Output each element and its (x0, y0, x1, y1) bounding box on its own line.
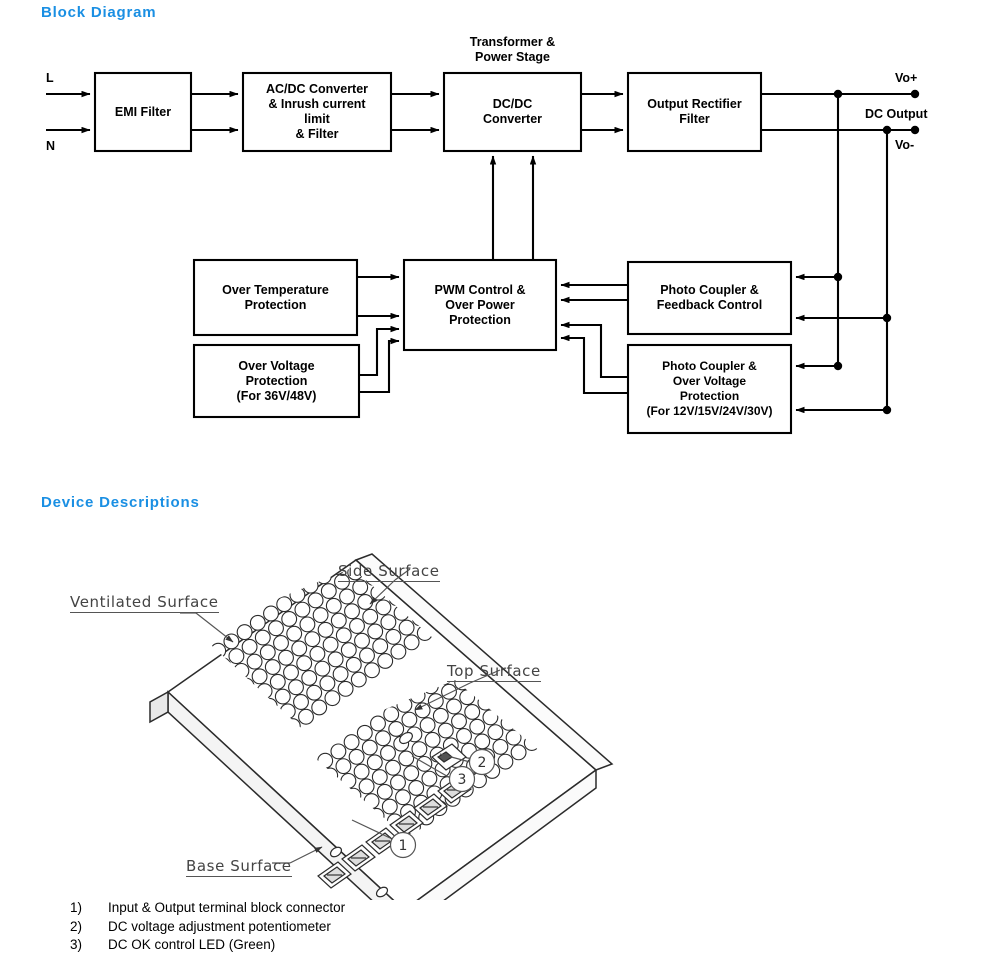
legend-item-1: 1) Input & Output terminal block connect… (70, 899, 570, 918)
legend-item-1-number: 1) (70, 900, 83, 915)
terminal-label-vo-positive: Vo+ (895, 71, 918, 85)
terminal-label-vo-negative: Vo- (895, 138, 915, 152)
legend-item-3-text: DC OK control LED (Green) (108, 937, 276, 952)
leader-base-surface (289, 846, 323, 864)
label-over-voltage-protection: Over Voltage Protection (For 36V/48V) (236, 358, 317, 403)
datasheet-page: Block Diagram Device Descriptions EMI Fi… (0, 0, 985, 959)
wire-ovp-coupler-to-pwm-upper (560, 321, 628, 379)
terminal-label-dc-output: DC Output (865, 107, 928, 121)
callout-label-base-surface: Base Surface (186, 857, 292, 877)
device-illustration: 1 2 3 (149, 553, 614, 900)
junction-feedback-upper (833, 272, 843, 282)
legend-item-3: 3) DC OK control LED (Green) (70, 936, 570, 955)
marker-3-text: 3 (458, 772, 467, 788)
label-dcdc-converter: DC/DC Converter (482, 97, 543, 126)
legend-item-2-text: DC voltage adjustment potentiometer (108, 918, 331, 934)
marker-2-text: 2 (478, 755, 487, 771)
junction-vo-positive (833, 89, 843, 99)
wire-ovp-to-pwm-upper (359, 325, 400, 377)
caption-transformer-power-stage: Transformer & Power Stage (469, 35, 556, 64)
label-pwm-control: PWM Control & Over Power Protection (434, 282, 526, 327)
legend-item-1-text: Input & Output terminal block connector (108, 900, 346, 915)
block-diagram (46, 71, 920, 435)
junction-feedback-lower (882, 313, 892, 323)
leader-ventilated-surface (195, 612, 234, 643)
label-emi-filter: EMI Filter (114, 104, 172, 119)
terminal-dot-vo-positive (910, 89, 920, 99)
junction-ovp-lower (882, 405, 892, 415)
terminal-label-line: L (46, 71, 54, 85)
legend-item-2-number: 2) (70, 918, 83, 934)
section-heading-device-descriptions: Device Descriptions (41, 494, 200, 511)
callout-label-side-surface: Side Surface (338, 562, 440, 582)
label-over-temperature-protection: Over Temperature Protection (222, 282, 329, 312)
label-photo-coupler-ovp: Photo Coupler & Over Voltage Protection … (646, 359, 773, 418)
callout-label-ventilated-surface: Ventilated Surface (70, 593, 219, 613)
junction-ovp-upper (833, 361, 843, 371)
marker-1-text: 1 (399, 838, 408, 854)
legend-item-3-number: 3) (70, 937, 83, 952)
legend-item-2: 2) DC voltage adjustment potentiometer (70, 918, 570, 937)
label-acdc-converter: AC/DC Converter & Inrush current limit &… (265, 82, 369, 141)
wire-ovp-to-pwm-lower (359, 337, 400, 394)
label-photo-coupler-feedback: Photo Coupler & Feedback Control (656, 283, 763, 312)
label-output-rectifier-filter: Output Rectifier Filter (647, 97, 742, 126)
terminal-label-neutral: N (46, 139, 56, 153)
mounting-bracket-left (149, 690, 169, 724)
device-legend-list: 1) Input & Output terminal block connect… (70, 899, 570, 955)
junction-vo-negative (882, 125, 892, 135)
terminal-dot-vo-negative (910, 125, 920, 135)
callout-label-top-surface: Top Surface (447, 662, 541, 682)
wire-ovp-coupler-to-pwm-lower (560, 334, 628, 395)
